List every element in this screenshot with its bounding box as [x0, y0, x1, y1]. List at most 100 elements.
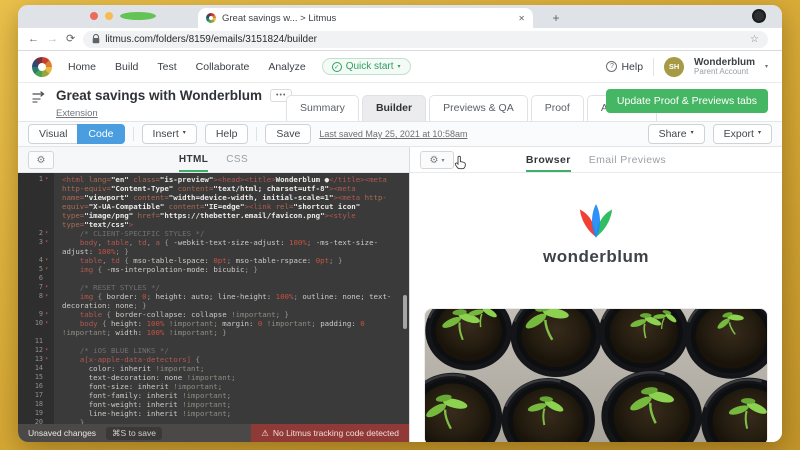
code-line: 5 ▾ img { -ms-interpolation-mode: bicubic… — [38, 265, 258, 274]
gear-icon: ⚙ — [429, 154, 439, 166]
browser-window: Great savings w... > Litmus ✕ + ← → ⟳ li… — [18, 5, 782, 442]
gear-icon: ⚙ — [36, 154, 46, 166]
reload-icon[interactable]: ⟳ — [66, 33, 75, 45]
bookmark-star-icon[interactable]: ☆ — [750, 34, 759, 45]
visual-mode-button[interactable]: Visual — [28, 123, 79, 145]
tab-summary[interactable]: Summary — [286, 95, 359, 121]
page-title: Great savings with Wonderblum — [56, 88, 263, 103]
code-mode-button[interactable]: Code — [77, 123, 125, 145]
litmus-logo-icon[interactable] — [32, 56, 52, 77]
editor-settings-button[interactable]: ⚙ — [28, 151, 54, 169]
chevron-down-icon: ▾ — [397, 64, 401, 70]
tab-html[interactable]: HTML — [178, 147, 209, 172]
chevron-down-icon[interactable]: ▾ — [765, 63, 768, 70]
tab-previews-qa[interactable]: Previews & QA — [429, 95, 528, 121]
lock-icon — [92, 34, 100, 44]
code-line: 11 — [34, 337, 43, 345]
chevron-down-icon: ▾ — [182, 130, 186, 137]
collection-move-icon[interactable] — [32, 91, 48, 103]
quick-start-button[interactable]: ✓ Quick start ▾ — [321, 58, 411, 75]
help-menu[interactable]: ? Help — [606, 61, 643, 73]
nav-item-test[interactable]: Test — [157, 61, 176, 73]
code-line: 2 ▾ /* CLIENT-SPECIFIC STYLES */ — [38, 229, 205, 238]
export-button[interactable]: Export ▾ — [712, 123, 772, 145]
chevron-down-icon: ▾ — [690, 130, 694, 137]
chevron-down-icon: ▾ — [441, 157, 445, 164]
tracking-warning-badge[interactable]: ⚠ No Litmus tracking code detected — [251, 424, 409, 442]
tab-css[interactable]: CSS — [226, 147, 248, 172]
account-switcher[interactable]: Wonderblum Parent Account — [694, 57, 755, 77]
code-line: 18 font-weight: inherit !important; — [34, 400, 232, 409]
code-line: 4 ▾ table, td { mso-table-lspace: 0pt; ms… — [38, 256, 343, 265]
address-bar[interactable]: litmus.com/folders/8159/emails/3151824/b… — [83, 30, 768, 48]
seedlings-photo — [424, 308, 768, 442]
close-window-button[interactable] — [90, 12, 98, 20]
nav-item-build[interactable]: Build — [115, 61, 138, 73]
tab-builder[interactable]: Builder — [361, 95, 427, 121]
browser-tab[interactable]: Great savings w... > Litmus ✕ — [198, 8, 533, 28]
window-controls — [90, 12, 156, 20]
browser-profile-avatar[interactable] — [752, 9, 766, 23]
code-line: 17 font-family: inherit !important; — [34, 391, 232, 400]
code-line: 8 ▾ img { border: 0; height: auto; line-h… — [38, 292, 392, 310]
code-line: 7 ▾ /* RESET STYLES */ — [38, 283, 160, 292]
editor-panel-header: ⚙ HTML CSS — [18, 147, 409, 173]
save-button[interactable]: Save — [265, 123, 312, 145]
save-shortcut-hint: ⌘S to save — [106, 426, 162, 440]
forward-icon[interactable]: → — [47, 33, 58, 45]
preview-settings-button[interactable]: ⚙ ▾ — [420, 151, 454, 169]
code-line: 14 color: inherit !important; — [34, 364, 205, 373]
email-preview: wonderblum — [410, 173, 782, 442]
litmus-favicon-icon — [206, 13, 216, 23]
extension-link[interactable]: Extension — [56, 108, 98, 119]
tracking-warning-text: No Litmus tracking code detected — [272, 428, 399, 438]
code-editor[interactable]: 1 ▾ <html lang="en" class="is-preview"><he… — [18, 173, 409, 424]
editor-scrollbar[interactable] — [403, 295, 407, 329]
new-tab-button[interactable]: + — [548, 11, 564, 25]
code-editor-panel: ⚙ HTML CSS 1 ▾ <html lang="en" class="is-p… — [18, 147, 410, 442]
divider — [653, 57, 655, 76]
account-avatar[interactable]: SH — [664, 56, 685, 77]
code-line: 19 line-height: inherit !important; — [34, 409, 232, 418]
quick-start-label: Quick start — [345, 61, 394, 72]
editor-status-bar: Unsaved changes ⌘S to save ⚠ No Litmus t… — [18, 424, 409, 442]
document-title-bar: Great savings with Wonderblum ••• Extens… — [18, 83, 782, 121]
editor-toolbar: Visual Code Insert ▾ Help Save Last save… — [18, 121, 782, 147]
code-line: 3 ▾ body, table, td, a { -webkit-text-siz… — [38, 238, 379, 256]
app-header: Home Build Test Collaborate Analyze ✓ Qu… — [18, 51, 782, 83]
close-tab-icon[interactable]: ✕ — [518, 14, 525, 23]
url-text[interactable]: litmus.com/folders/8159/emails/3151824/b… — [105, 34, 745, 45]
header-right: ? Help SH Wonderblum Parent Account ▾ — [606, 56, 768, 77]
wonderblum-wordmark: wonderblum — [542, 247, 650, 266]
update-proof-previews-button[interactable]: Update Proof & Previews tabs — [605, 89, 768, 113]
help-label: Help — [621, 60, 644, 73]
maximize-window-button[interactable] — [120, 12, 156, 20]
warning-icon: ⚠ — [261, 427, 269, 438]
last-saved-link[interactable]: Last saved May 25, 2021 at 10:58am — [319, 129, 467, 139]
check-circle-icon: ✓ — [331, 61, 342, 72]
code-line: 10 ▾ body { height: 100% !important; marg… — [34, 319, 370, 337]
nav-item-analyze[interactable]: Analyze — [268, 61, 305, 73]
browser-toolbar: ← → ⟳ litmus.com/folders/8159/emails/315… — [18, 28, 782, 51]
back-icon[interactable]: ← — [28, 33, 39, 45]
wonderblum-logo: wonderblum — [410, 173, 782, 267]
code-line: 1 ▾ <html lang="en" class="is-preview"><he… — [38, 175, 392, 229]
share-button[interactable]: Share ▾ — [647, 123, 705, 145]
tab-browser[interactable]: Browser — [525, 147, 571, 172]
tab-proof[interactable]: Proof — [530, 95, 584, 121]
help-button[interactable]: Help — [204, 123, 249, 145]
nav-item-home[interactable]: Home — [68, 61, 96, 73]
divider — [132, 127, 134, 141]
nav-item-collaborate[interactable]: Collaborate — [196, 61, 250, 73]
tab-email-previews[interactable]: Email Previews — [589, 147, 666, 172]
insert-menu-button[interactable]: Insert ▾ — [141, 123, 197, 145]
account-name: Wonderblum — [694, 56, 755, 68]
minimize-window-button[interactable] — [105, 12, 113, 20]
share-label: Share — [658, 127, 687, 140]
code-line: 16 font-size: inherit !important; — [34, 382, 223, 391]
code-line: 9 ▾ table { border-collapse: collapse !im… — [38, 310, 289, 319]
document-tabs: Summary Builder Previews & QA Proof Anal… — [286, 95, 660, 121]
insert-label: Insert — [152, 127, 179, 140]
help-circle-icon: ? — [606, 61, 618, 72]
main-nav: Home Build Test Collaborate Analyze — [68, 61, 306, 73]
